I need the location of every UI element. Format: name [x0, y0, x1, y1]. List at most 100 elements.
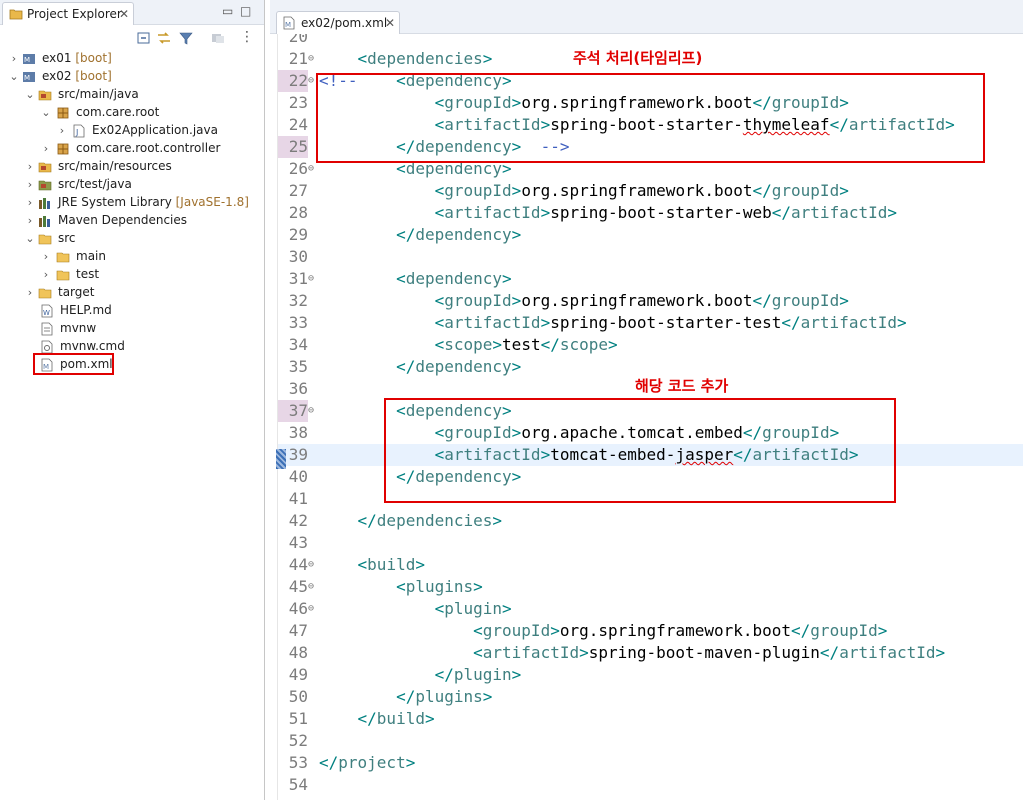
code-token: </ — [781, 313, 801, 332]
tree-item-com-care-root[interactable]: ⌄ com.care.root — [0, 104, 264, 122]
code-line[interactable]: 30 — [278, 246, 1023, 268]
code-line[interactable]: 53 </project> — [278, 752, 1023, 774]
line-number: 25 — [278, 136, 308, 158]
tab-pom-xml[interactable]: M ex02/pom.xml ✕ — [276, 11, 400, 34]
chevron-right-icon[interactable]: › — [24, 286, 36, 300]
fold-toggle-icon[interactable]: ⊖ — [308, 598, 318, 620]
text-file-icon — [41, 322, 53, 336]
tree-item-com-care-root-controller[interactable]: › com.care.root.controller — [0, 140, 264, 158]
explorer-toolbar: ⋮ — [0, 26, 264, 50]
code-line[interactable]: 33 <artifactId>spring-boot-starter-test<… — [278, 312, 1023, 334]
code-line[interactable]: 48 <artifactId>spring-boot-maven-plugin<… — [278, 642, 1023, 664]
code-line[interactable]: 20 — [278, 34, 1023, 48]
chevron-right-icon[interactable]: › — [24, 160, 36, 174]
code-token: > — [608, 335, 618, 354]
code-line[interactable]: 52 — [278, 730, 1023, 752]
code-line[interactable]: 31 ⊖ <dependency> — [278, 268, 1023, 290]
code-token: scope — [559, 335, 609, 354]
code-line[interactable]: 43 — [278, 532, 1023, 554]
code-token: groupId — [444, 291, 512, 310]
chevron-right-icon[interactable]: › — [24, 214, 36, 228]
code-token: > — [511, 225, 522, 244]
code-line[interactable]: 47 <groupId>org.springframework.boot</gr… — [278, 620, 1023, 642]
tab-project-explorer[interactable]: Project Explorer ✕ — [2, 2, 134, 25]
tree-item-ex02application-java[interactable]: › J Ex02Application.java — [0, 122, 264, 140]
fold-toggle-icon[interactable]: ⊖ — [308, 268, 318, 290]
tree-item-test[interactable]: › test — [0, 266, 264, 284]
close-icon[interactable]: ✕ — [385, 16, 395, 30]
code-token: project — [338, 753, 406, 772]
fold-toggle-icon[interactable]: ⊖ — [308, 48, 318, 70]
chevron-right-icon[interactable]: › — [40, 142, 52, 156]
code-line[interactable]: 45 ⊖ <plugins> — [278, 576, 1023, 598]
chevron-down-icon[interactable]: ⌄ — [24, 88, 36, 102]
fold-toggle-icon[interactable]: ⊖ — [308, 576, 318, 598]
code-token: </ — [396, 225, 416, 244]
tree-item-main[interactable]: › main — [0, 248, 264, 266]
line-number: 34 — [288, 335, 308, 354]
chevron-down-icon[interactable]: ⌄ — [40, 106, 52, 120]
code-line[interactable]: 27 <groupId>org.springframework.boot</gr… — [278, 180, 1023, 202]
maven-project-icon: M — [23, 54, 35, 64]
code-token: </ — [434, 665, 454, 684]
tree-item-target[interactable]: › target — [0, 284, 264, 302]
chevron-right-icon[interactable]: › — [24, 178, 36, 192]
view-menu-icon[interactable]: ⋮ — [240, 29, 254, 45]
tree-item-label: mvnw — [60, 321, 97, 335]
tree-item-label: mvnw.cmd — [60, 339, 125, 353]
link-with-editor-icon[interactable] — [156, 30, 172, 46]
chevron-right-icon[interactable]: › — [8, 52, 20, 66]
code-token: > — [502, 599, 512, 618]
code-token: < — [434, 203, 445, 222]
tree-item-src-main-java[interactable]: ⌄ src/main/java — [0, 86, 264, 104]
tree-item-help-md[interactable]: W HELP.md — [0, 302, 264, 320]
code-line[interactable]: 46 ⊖ <plugin> — [278, 598, 1023, 620]
close-icon[interactable]: ✕ — [119, 7, 129, 21]
chevron-right-icon[interactable]: › — [40, 250, 52, 264]
line-number: 43 — [288, 533, 308, 552]
java-file-icon: J — [73, 124, 85, 138]
code-line[interactable]: 54 — [278, 774, 1023, 796]
code-line[interactable]: 34 <scope>test</scope> — [278, 334, 1023, 356]
tree-item-src-main-resources[interactable]: › src/main/resources — [0, 158, 264, 176]
folder-icon — [56, 252, 70, 263]
fold-toggle-icon[interactable]: ⊖ — [308, 554, 318, 576]
tree-item-ex02[interactable]: ⌄ M ex02 [boot] — [0, 68, 264, 86]
package-icon — [57, 107, 69, 119]
tree-item-ex01[interactable]: › M ex01 [boot] — [0, 50, 264, 68]
tree-item-maven-dependencies[interactable]: › Maven Dependencies — [0, 212, 264, 230]
chevron-right-icon[interactable]: › — [40, 268, 52, 282]
tree-item-label: test — [76, 267, 100, 281]
chevron-down-icon[interactable]: ⌄ — [24, 232, 36, 246]
chevron-right-icon[interactable]: › — [56, 124, 68, 138]
code-token: </ — [791, 621, 811, 640]
maximize-icon[interactable]: □ — [240, 4, 251, 18]
code-token: dependency — [405, 269, 503, 288]
tree-item-src-test-java[interactable]: › src/test/java — [0, 176, 264, 194]
code-line[interactable]: 32 <groupId>org.springframework.boot</gr… — [278, 290, 1023, 312]
tree-item-jre-system-library[interactable]: › JRE System Library [JavaSE-1.8] — [0, 194, 264, 212]
chevron-down-icon[interactable]: ⌄ — [8, 70, 20, 84]
code-line[interactable]: 49 </plugin> — [278, 664, 1023, 686]
chevron-right-icon[interactable]: › — [24, 196, 36, 210]
tree-item-mvnw[interactable]: mvnw — [0, 320, 264, 338]
code-line[interactable]: 51 </build> — [278, 708, 1023, 730]
code-line[interactable]: 50 </plugins> — [278, 686, 1023, 708]
filter-icon[interactable] — [178, 30, 194, 46]
minimize-icon[interactable]: ▭ — [222, 4, 233, 18]
collapse-all-icon[interactable] — [136, 30, 152, 46]
line-number: 44 — [288, 555, 308, 574]
code-line[interactable]: 42 </dependencies> — [278, 510, 1023, 532]
sync-icon[interactable] — [210, 30, 226, 46]
code-line[interactable]: 28 <artifactId>spring-boot-starter-web</… — [278, 202, 1023, 224]
tree-item-src[interactable]: ⌄ src — [0, 230, 264, 248]
code-token: </ — [752, 181, 772, 200]
line-number: 35 — [288, 357, 308, 376]
code-line[interactable]: 44 ⊖ <build> — [278, 554, 1023, 576]
fold-toggle-icon[interactable]: ⊖ — [308, 400, 318, 422]
code-token: > — [492, 511, 503, 530]
code-line[interactable]: 29 </dependency> — [278, 224, 1023, 246]
